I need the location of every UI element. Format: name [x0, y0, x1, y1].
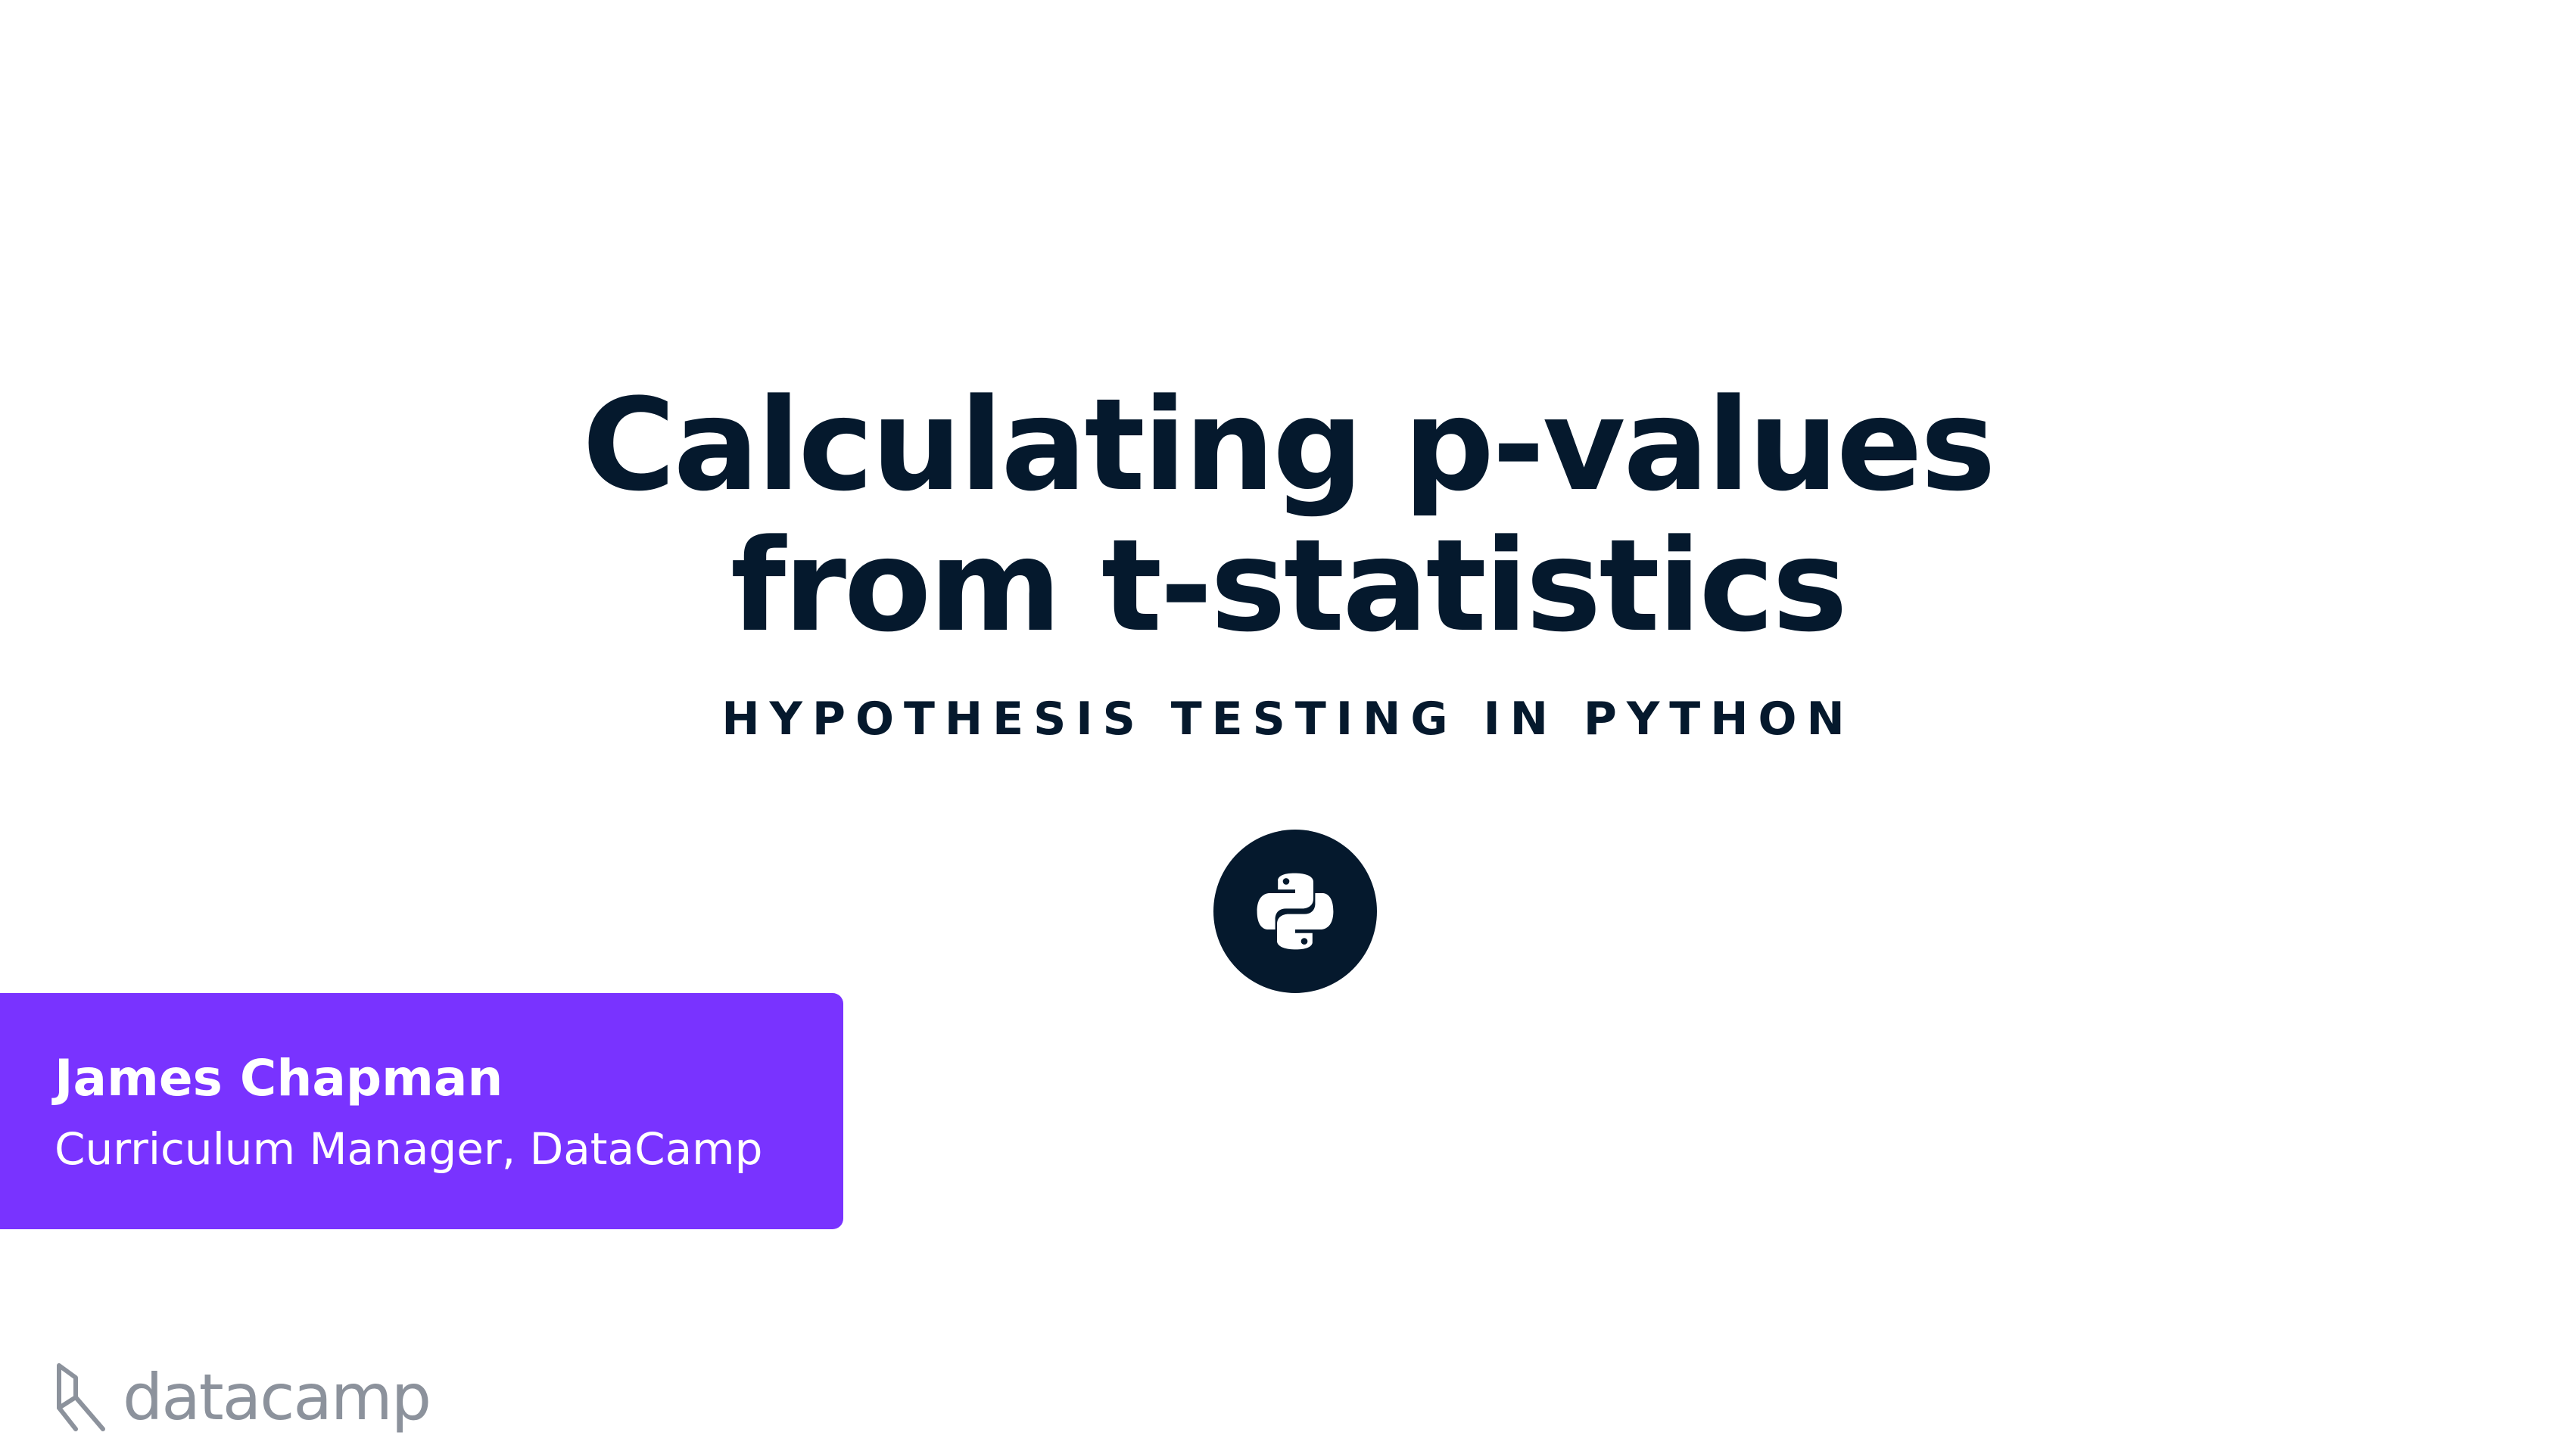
course-subtitle: HYPOTHESIS TESTING IN PYTHON	[721, 693, 1855, 746]
slide-title: Calculating p-values from t-statistics	[0, 375, 2576, 656]
datacamp-brand: datacamp	[53, 1359, 431, 1435]
title-slide: Calculating p-values from t-statistics H…	[0, 0, 2576, 1451]
author-role: Curriculum Manager, DataCamp	[55, 1123, 763, 1175]
slide-title-line-1: Calculating p-values	[582, 371, 1996, 519]
datacamp-logo-icon	[57, 1363, 105, 1431]
author-name: James Chapman	[55, 1049, 503, 1107]
datacamp-wordmark: datacamp	[123, 1360, 431, 1434]
python-badge	[1213, 830, 1377, 993]
slide-title-line-2: from t-statistics	[730, 512, 1848, 660]
python-logo-icon	[1257, 873, 1334, 950]
author-card: James Chapman Curriculum Manager, DataCa…	[0, 993, 843, 1229]
